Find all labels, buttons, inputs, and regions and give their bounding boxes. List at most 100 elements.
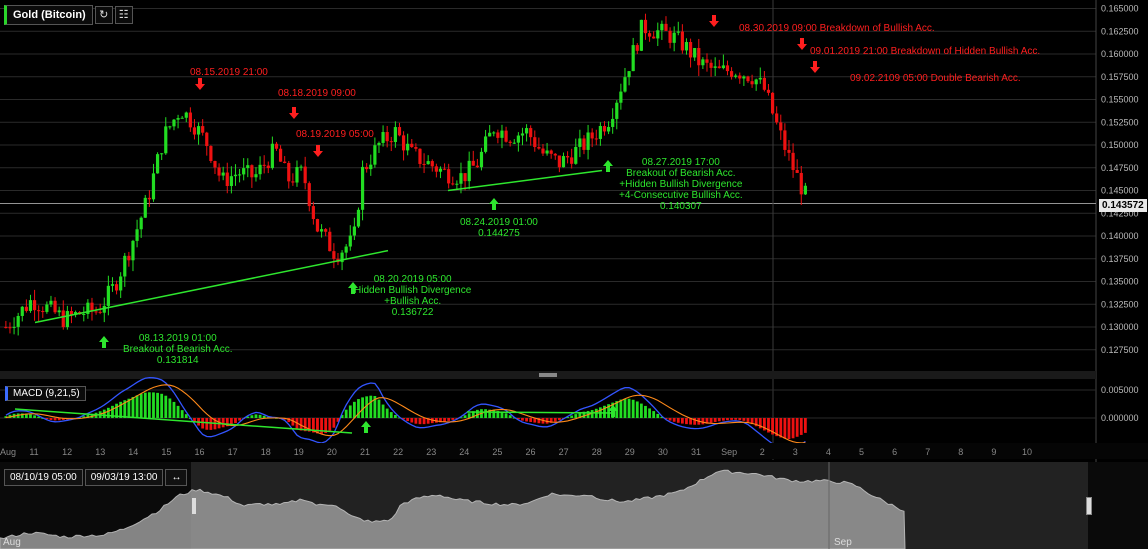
macd-histogram-bar [385, 408, 389, 418]
navigator-left-handle[interactable] [191, 497, 197, 515]
macd-histogram-bar [422, 418, 426, 425]
macd-histogram-bar [234, 418, 237, 424]
grid-settings-icon[interactable]: ☷ [114, 6, 133, 24]
candle-body [553, 153, 557, 156]
candle-body [520, 133, 525, 136]
annotation-0815: 08.15.2019 21:00 [190, 67, 268, 78]
candle-body [565, 156, 570, 158]
macd-histogram-bar [328, 418, 332, 431]
y-tick-label: 0.130000 [1101, 322, 1139, 332]
candle-body [98, 311, 102, 313]
x-tick-label: 5 [859, 447, 864, 457]
refresh-icon[interactable]: ↻ [94, 6, 113, 24]
macd-histogram-bar [668, 418, 672, 421]
macd-histogram-bar [406, 418, 410, 422]
candle-body [119, 276, 123, 291]
x-tick-label: 31 [691, 447, 701, 457]
candle-body [135, 229, 139, 241]
candle-body [110, 284, 115, 286]
macd-histogram-bar [156, 392, 159, 418]
x-tick-label: 30 [658, 447, 668, 457]
candle-body [246, 165, 250, 169]
candle-body [37, 310, 41, 312]
bullish-arrow [99, 336, 109, 348]
candle-body [274, 143, 279, 149]
candle-body [611, 118, 615, 127]
range-end[interactable]: 09/03/19 13:00 [84, 469, 164, 486]
macd-histogram-bar [143, 392, 147, 418]
candle-body [492, 132, 496, 134]
macd-histogram-bar [619, 399, 623, 418]
expand-arrows-icon[interactable]: ↔ [165, 469, 188, 486]
x-tick-label: Sep [721, 447, 737, 457]
x-tick-label: 3 [793, 447, 798, 457]
candle-body [28, 300, 33, 311]
x-tick-label: 21 [360, 447, 370, 457]
macd-histogram-bar [738, 418, 742, 421]
candle-body [442, 168, 447, 170]
candle-body [188, 112, 192, 128]
macd-histogram-bar [139, 393, 143, 418]
candle-body [45, 304, 49, 312]
candle-body [422, 163, 426, 165]
macd-histogram-bar [147, 392, 151, 418]
range-start[interactable]: 08/10/19 05:00 [4, 469, 83, 486]
macd-histogram-bar [410, 418, 414, 423]
y-tick-label: 0.162500 [1101, 26, 1139, 36]
candle-body [315, 219, 320, 232]
candle-body [65, 311, 69, 328]
x-tick-label: 15 [161, 447, 171, 457]
macd-histogram-bar [160, 393, 164, 418]
candle-body [377, 142, 381, 146]
symbol-label[interactable]: Gold (Bitcoin) [4, 5, 93, 25]
pane-splitter-grip [539, 373, 557, 377]
macd-histogram-bar [656, 413, 660, 418]
macd-histogram-bar [721, 418, 725, 421]
macd-histogram-bar [344, 409, 348, 418]
navigator-right-handle[interactable] [1086, 497, 1092, 515]
candle-body [242, 168, 246, 175]
bearish-arrow [195, 78, 205, 90]
candle-body [467, 160, 471, 182]
macd-histogram-bar [262, 415, 266, 418]
macd-histogram-bar [414, 418, 418, 424]
annotation-0827: 08.27.2019 17:00 Breakout of Bearish Acc.… [619, 157, 743, 212]
candle-body [192, 127, 197, 135]
candle-body [418, 148, 422, 164]
candle-body [684, 42, 689, 51]
candle-body [762, 77, 766, 90]
candle-body [602, 126, 607, 132]
bearish-arrow [797, 38, 807, 50]
candle-body [463, 173, 467, 182]
candle-body [647, 33, 652, 37]
x-tick-label: 11 [29, 447, 38, 457]
macd-histogram-bar [644, 405, 647, 418]
x-tick-label: 2 [760, 447, 765, 457]
annotation-0818: 08.18.2019 09:00 [278, 88, 356, 99]
candle-body [725, 65, 730, 72]
bearish-arrow [313, 145, 323, 157]
candle-body [168, 126, 172, 128]
macd-histogram-bar [717, 418, 721, 422]
macd-tick-label: 0.005000 [1101, 385, 1139, 395]
candle-body [213, 161, 217, 168]
candle-body [278, 148, 283, 162]
y-tick-label: 0.150000 [1101, 140, 1139, 150]
candle-body [172, 119, 176, 127]
macd-histogram-bar [672, 418, 676, 422]
x-axis-band [0, 443, 1148, 459]
candle-body [131, 240, 135, 261]
macd-indicator-label[interactable]: MACD (9,21,5) [5, 386, 86, 401]
x-tick-label: 7 [925, 447, 930, 457]
macd-histogram-bar [803, 418, 807, 433]
candle-body [164, 126, 168, 154]
x-tick-label: 17 [228, 447, 238, 457]
candle-body [483, 136, 488, 152]
candle-body [147, 197, 151, 200]
candle-body [619, 91, 623, 103]
macd-histogram-bar [504, 413, 508, 418]
x-tick-label: 29 [625, 447, 635, 457]
candle-body [20, 306, 24, 316]
macd-histogram-bar [53, 418, 57, 421]
y-tick-label: 0.155000 [1101, 95, 1139, 105]
